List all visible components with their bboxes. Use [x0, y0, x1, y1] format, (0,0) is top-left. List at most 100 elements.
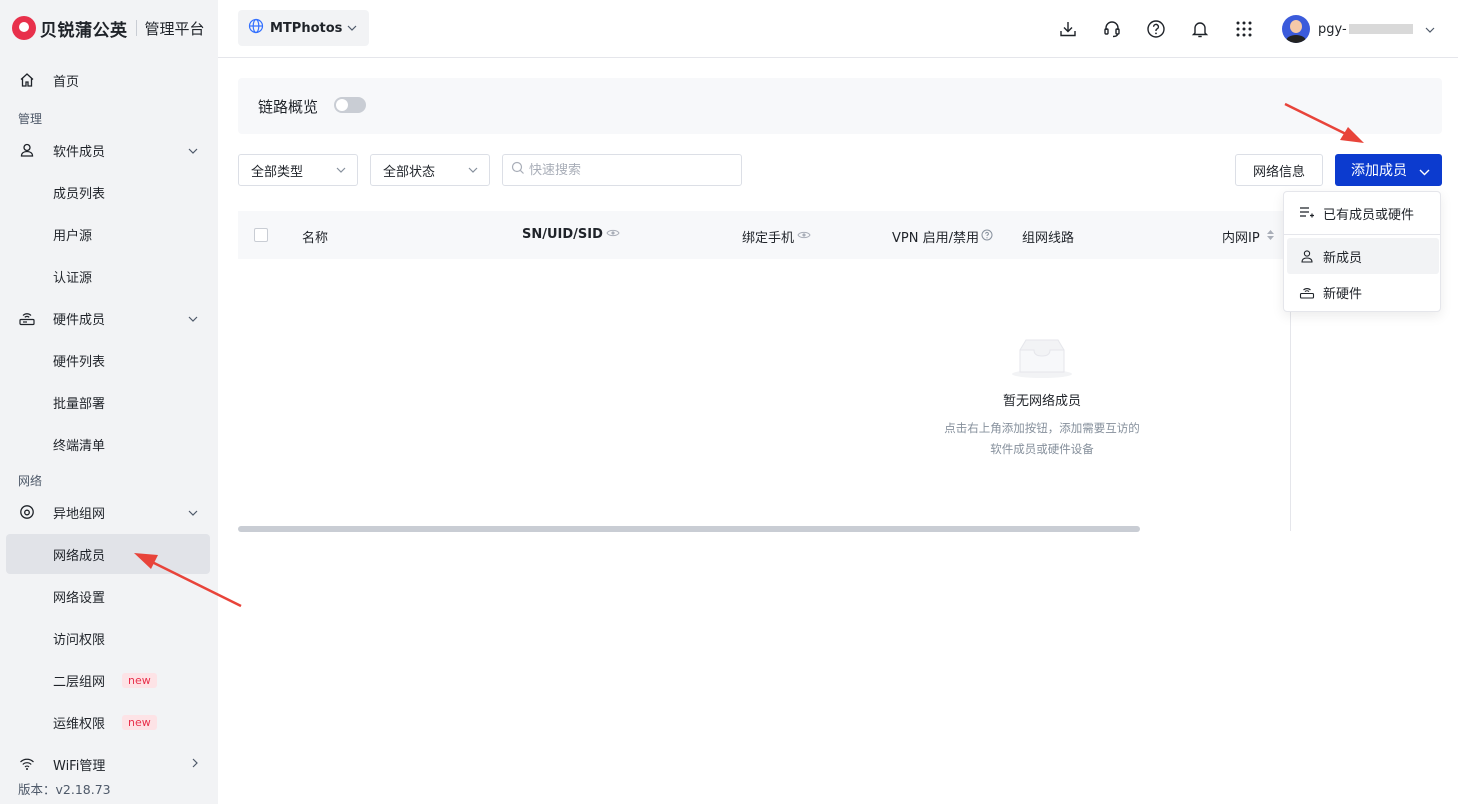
new-badge: new	[122, 672, 157, 688]
router-icon	[18, 309, 36, 327]
status-filter-value: 全部状态	[383, 164, 436, 180]
question-circle-icon[interactable]	[981, 229, 993, 245]
topbar: MTPhotos pgy-	[218, 0, 1458, 58]
chevron-down-icon	[188, 506, 198, 519]
status-filter-select[interactable]: 全部状态	[370, 154, 490, 186]
network-info-button[interactable]: 网络信息	[1235, 154, 1323, 186]
chevron-down-icon	[1425, 22, 1435, 37]
sidebar-item-label: 软件成员	[53, 144, 106, 160]
column-header-sn: SN/UID/SID	[522, 227, 620, 242]
router-icon	[1299, 284, 1315, 300]
user-icon	[1299, 248, 1315, 264]
sidebar-item-layer2-network[interactable]: 二层组网 new	[6, 660, 210, 700]
chevron-down-icon	[188, 312, 198, 325]
sidebar-item-label: 硬件列表	[53, 354, 106, 370]
column-header-route: 组网线路	[1022, 231, 1075, 246]
chevron-down-icon	[1419, 164, 1430, 180]
sidebar-item-label: 网络成员	[53, 548, 106, 564]
add-member-dropdown: 已有成员或硬件 新成员 新硬件	[1283, 191, 1441, 312]
new-badge: new	[122, 714, 157, 730]
dropdown-item-new-member[interactable]: 新成员	[1287, 238, 1439, 274]
sidebar-item-wifi-manage[interactable]: WiFi管理	[6, 744, 210, 784]
user-icon	[18, 141, 36, 159]
type-filter-value: 全部类型	[251, 164, 304, 180]
dropdown-divider	[1284, 234, 1440, 235]
home-icon	[18, 71, 36, 89]
version-label: 版本：v2.18.73	[18, 782, 111, 797]
network-selector-label: MTPhotos	[270, 20, 343, 36]
sidebar-item-label: 成员列表	[53, 186, 106, 202]
headset-icon[interactable]	[1101, 18, 1123, 40]
sidebar-item-label: 二层组网	[53, 674, 106, 690]
link-overview-panel: 链路概览	[238, 78, 1442, 134]
sidebar-item-hardware-list[interactable]: 硬件列表	[6, 340, 210, 380]
sidebar-item-label: WiFi管理	[53, 758, 106, 774]
brand-separator	[135, 20, 137, 36]
sidebar-item-auth-source[interactable]: 认证源	[6, 256, 210, 296]
section-label-manage: 管理	[18, 112, 43, 126]
chevron-down-icon	[188, 144, 198, 157]
brand[interactable]: 贝锐蒲公英 管理平台	[12, 14, 205, 42]
empty-inbox-icon	[1010, 336, 1074, 380]
sidebar-item-label: 硬件成员	[53, 312, 106, 328]
empty-state-description: 点击右上角添加按钮，添加需要互访的 软件成员或硬件设备	[944, 421, 1140, 456]
dropdown-item-existing[interactable]: 已有成员或硬件	[1287, 195, 1439, 231]
add-member-button[interactable]: 添加成员	[1335, 154, 1442, 186]
sidebar-item-remote-network[interactable]: 异地组网	[6, 492, 210, 532]
sidebar-item-access-rights[interactable]: 访问权限	[6, 618, 210, 658]
help-icon[interactable]	[1145, 18, 1167, 40]
sidebar-item-label: 首页	[53, 74, 80, 90]
sidebar-item-label: 用户源	[53, 228, 93, 244]
sidebar-item-user-source[interactable]: 用户源	[6, 214, 210, 254]
select-all-checkbox[interactable]	[254, 228, 268, 242]
chevron-right-icon	[192, 758, 198, 771]
sidebar-item-label: 终端清单	[53, 438, 106, 454]
column-header-phone: 绑定手机	[742, 227, 811, 246]
apps-grid-icon[interactable]	[1233, 18, 1255, 40]
brand-logo-icon	[12, 16, 36, 40]
bell-icon[interactable]	[1189, 18, 1211, 40]
sidebar-item-ops-rights[interactable]: 运维权限 new	[6, 702, 210, 742]
chevron-down-icon	[467, 163, 479, 181]
sidebar-item-label: 访问权限	[53, 632, 106, 648]
sidebar-item-network-members[interactable]: 网络成员	[6, 534, 210, 574]
brand-name: 贝锐蒲公英	[40, 20, 128, 41]
sort-icon[interactable]	[1266, 228, 1275, 246]
search-input[interactable]	[529, 162, 729, 178]
sidebar-item-terminal-list[interactable]: 终端清单	[6, 424, 210, 464]
eye-icon[interactable]	[797, 229, 811, 244]
table-header: 名称 SN/UID/SID 绑定手机 VPN 启用/禁用 组网线路 内网IP	[238, 211, 1291, 259]
sidebar-item-home[interactable]: 首页	[6, 60, 210, 100]
chevron-down-icon	[335, 163, 347, 181]
network-icon	[18, 503, 36, 521]
sidebar-item-batch-deploy[interactable]: 批量部署	[6, 382, 210, 422]
sidebar-item-hardware-members[interactable]: 硬件成员	[6, 298, 210, 338]
sidebar-item-software-members[interactable]: 软件成员	[6, 130, 210, 170]
sidebar-item-member-list[interactable]: 成员列表	[6, 172, 210, 212]
list-add-icon	[1299, 205, 1315, 221]
download-icon[interactable]	[1057, 18, 1079, 40]
sidebar-item-label: 运维权限	[53, 716, 106, 732]
horizontal-scrollbar[interactable]	[238, 526, 1140, 532]
network-selector[interactable]: MTPhotos	[238, 10, 369, 46]
column-header-vpn: VPN 启用/禁用	[892, 227, 993, 246]
link-overview-label: 链路概览	[258, 98, 319, 116]
search-field[interactable]	[502, 154, 742, 186]
eye-icon[interactable]	[606, 227, 620, 242]
dropdown-item-label: 新硬件	[1323, 286, 1363, 302]
wifi-icon	[18, 755, 36, 773]
user-name-redacted	[1348, 24, 1413, 34]
avatar	[1282, 15, 1310, 43]
dropdown-item-new-hardware[interactable]: 新硬件	[1287, 274, 1439, 310]
globe-icon	[248, 18, 264, 38]
section-label-network: 网络	[18, 474, 43, 488]
sidebar-item-network-settings[interactable]: 网络设置	[6, 576, 210, 616]
user-menu[interactable]: pgy-	[1282, 14, 1435, 44]
sidebar: 贝锐蒲公英 管理平台 首页 管理 软件成员 成员列表 用户源 认证源 硬件成员	[0, 0, 218, 804]
link-overview-toggle[interactable]	[334, 97, 366, 113]
type-filter-select[interactable]: 全部类型	[238, 154, 358, 186]
add-member-label: 添加成员	[1351, 163, 1407, 179]
user-name: pgy-	[1318, 21, 1347, 37]
sidebar-item-label: 批量部署	[53, 396, 106, 412]
column-header-lan-ip[interactable]: 内网IP	[1222, 227, 1275, 246]
